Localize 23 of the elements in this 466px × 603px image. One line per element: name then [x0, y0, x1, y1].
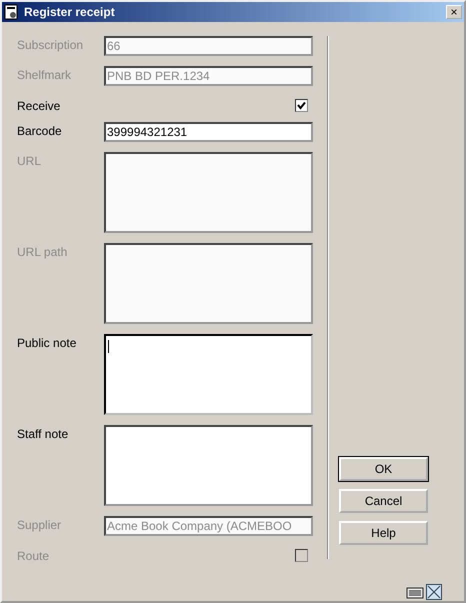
close-button[interactable]: ×: [446, 5, 462, 19]
field-label: URL: [17, 153, 42, 168]
field-label: Receive: [17, 98, 62, 113]
document-icon: [4, 4, 20, 20]
text-area[interactable]: [104, 334, 313, 415]
resize-icon: [426, 584, 442, 600]
field-label: Barcode: [17, 123, 63, 138]
window-title: Register receipt: [24, 5, 116, 19]
dialog-button[interactable]: OK: [339, 457, 428, 481]
checkbox[interactable]: [295, 98, 308, 112]
input-field[interactable]: 399994321231: [104, 122, 313, 142]
field-label: Shelfmark: [17, 67, 72, 82]
field-label: Staff note: [17, 426, 70, 441]
text-area[interactable]: [104, 425, 313, 506]
field-label: Route: [17, 548, 50, 563]
keyboard-icon: [406, 585, 424, 599]
field-label: Supplier: [17, 517, 62, 532]
dialog-button[interactable]: Help: [339, 521, 428, 545]
dialog-button[interactable]: Cancel: [339, 489, 428, 513]
field-label: Subscription: [17, 37, 84, 52]
field-label: Public note: [17, 335, 78, 350]
field-label: URL path: [17, 244, 68, 259]
text-cursor: [108, 340, 109, 353]
